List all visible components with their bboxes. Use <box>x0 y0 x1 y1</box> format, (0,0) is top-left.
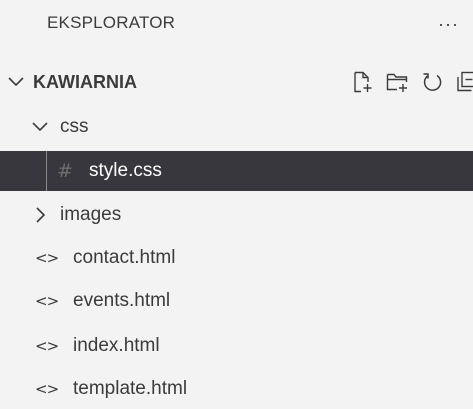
file-label: style.css <box>89 160 162 181</box>
explorer-toolbar <box>350 62 473 102</box>
refresh-icon[interactable] <box>420 70 444 94</box>
explorer-header: EKSPLORATOR ··· <box>0 0 473 50</box>
html-file-icon: <> <box>35 292 59 310</box>
file-label: index.html <box>73 335 160 356</box>
chevron-down-icon <box>29 116 51 138</box>
html-file-icon: <> <box>35 249 59 267</box>
tree-folder-css[interactable]: css <box>0 107 473 147</box>
tree-folder-images[interactable]: images <box>0 195 473 235</box>
new-folder-icon[interactable] <box>385 70 409 94</box>
tree-file-index-html[interactable]: <> index.html <box>0 326 473 366</box>
explorer-panel: EKSPLORATOR ··· KAWIARNIA css # style.cs… <box>0 0 473 409</box>
css-file-icon: # <box>57 160 73 182</box>
chevron-down-icon <box>5 71 27 93</box>
ellipsis-icon[interactable]: ··· <box>438 14 459 35</box>
collapse-all-icon[interactable] <box>455 70 473 94</box>
html-file-icon: <> <box>35 380 59 398</box>
folder-label: images <box>60 204 122 225</box>
tree-file-style-css[interactable]: # style.css <box>0 151 473 191</box>
tree-file-template-html[interactable]: <> template.html <box>0 369 473 409</box>
root-folder-label: KAWIARNIA <box>33 71 137 92</box>
html-file-icon: <> <box>35 337 59 355</box>
chevron-right-icon <box>29 204 51 226</box>
file-label: contact.html <box>73 247 176 268</box>
tree-file-contact-html[interactable]: <> contact.html <box>0 238 473 278</box>
folder-label: css <box>60 116 89 137</box>
file-label: events.html <box>73 290 171 311</box>
tree-file-events-html[interactable]: <> events.html <box>0 281 473 321</box>
tree-root-kawiarnia[interactable]: KAWIARNIA <box>0 62 473 102</box>
file-label: template.html <box>73 378 188 399</box>
explorer-title: EKSPLORATOR <box>47 13 176 32</box>
new-file-icon[interactable] <box>350 70 374 94</box>
indent-guide <box>46 151 47 191</box>
